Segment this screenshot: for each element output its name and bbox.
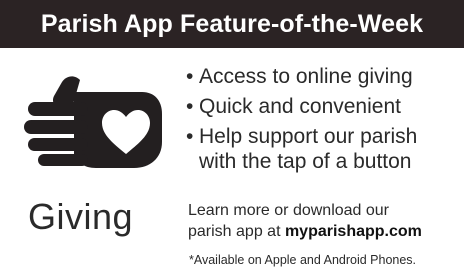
- feature-label: Giving: [28, 196, 134, 237]
- header-title: Parish App Feature-of-the-Week: [40, 9, 424, 38]
- bullet-glyph: •: [186, 125, 194, 148]
- availability-footnote: *Available on Apple and Android Phones.: [189, 253, 417, 267]
- finger-4: [38, 154, 88, 166]
- finger-1: [28, 102, 88, 116]
- finger-3: [28, 138, 88, 151]
- bullet-glyph: •: [186, 95, 194, 118]
- finger-2: [24, 120, 88, 134]
- bullet-text: Help support our parish with the tap of …: [199, 125, 418, 173]
- header-banner: Parish App Feature-of-the-Week: [0, 0, 464, 48]
- feature-card: Parish App Feature-of-the-Week Giving • …: [0, 0, 464, 276]
- feature-bullet-list: • Access to online giving • Quick and co…: [186, 64, 417, 179]
- bullet-text: Access to online giving: [199, 65, 413, 88]
- bullet-item: • Help support our parish with the tap o…: [186, 124, 417, 174]
- app-url-link[interactable]: myparishapp.com: [285, 223, 422, 240]
- learn-more-line2: parish app at: [188, 223, 285, 240]
- bullet-item: • Access to online giving: [186, 64, 417, 89]
- learn-more-text: Learn more or download our parish app at…: [188, 200, 422, 242]
- bullet-item: • Quick and convenient: [186, 94, 417, 119]
- learn-more-line1: Learn more or download our: [188, 202, 390, 219]
- bullet-text: Quick and convenient: [199, 95, 401, 118]
- bullet-glyph: •: [186, 65, 194, 88]
- giving-hand-heart-svg: [24, 76, 162, 168]
- giving-hand-heart-icon: [22, 72, 172, 172]
